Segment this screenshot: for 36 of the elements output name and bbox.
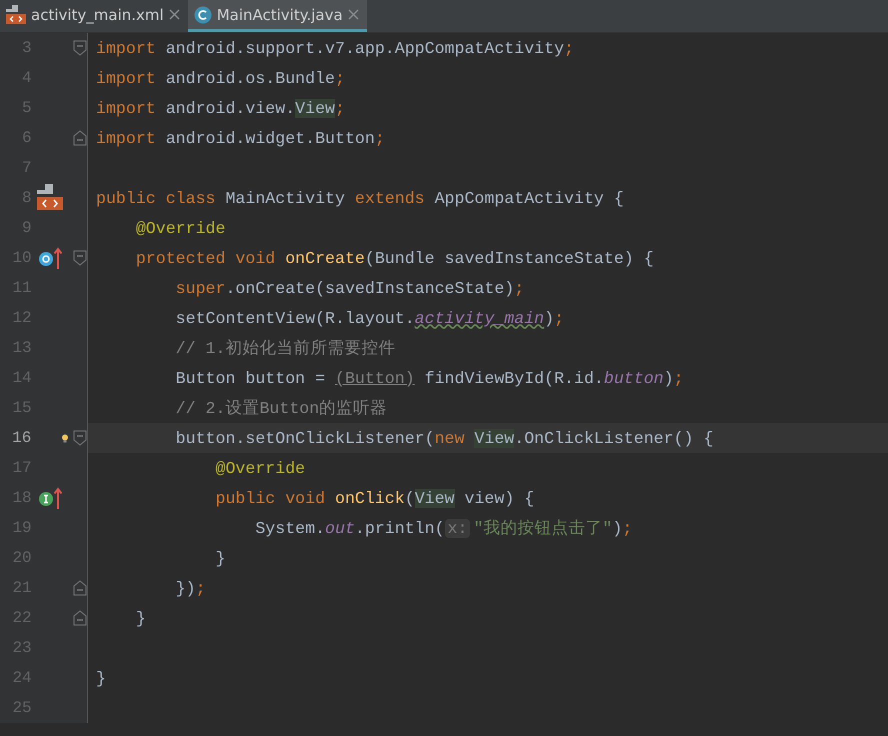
code-line: import android.view.View; (95, 98, 345, 118)
code-line: } (134, 608, 146, 628)
code-line: button.setOnClickListener(new View.OnClickListener() { (174, 428, 714, 448)
fold-end-icon[interactable] (73, 130, 87, 146)
line-number: 16 (11, 429, 32, 447)
code-line: }); (174, 578, 206, 598)
code-line: } (95, 668, 106, 688)
editor-tab[interactable]: MainActivity.java (188, 0, 367, 32)
code-line: @Override (214, 458, 306, 478)
code-line: protected void onCreate(Bundle savedInstanceState) { (134, 248, 654, 268)
code-line: } (214, 548, 226, 568)
class-icon (194, 6, 212, 24)
code-line: setContentView(R.layout.activity_main); (174, 308, 564, 328)
fold-end-icon[interactable] (73, 580, 87, 596)
class-file-icon[interactable] (37, 184, 64, 212)
code-line: // 1.初始化当前所需要控件 (174, 338, 396, 359)
code-line: Button button = (Button) findViewById(R.id.button); (174, 368, 684, 388)
code-line: System.out.println( x: "我的按钮点击了"); (254, 518, 632, 539)
code-line: import android.widget.Button; (95, 128, 385, 148)
close-icon[interactable] (168, 9, 180, 20)
fold-collapse-icon[interactable] (73, 250, 87, 266)
code-line: import android.os.Bundle; (95, 68, 345, 88)
code-line: super.onCreate(savedInstanceState); (174, 278, 524, 298)
fold-collapse-icon[interactable] (73, 40, 87, 56)
override-icon[interactable] (38, 247, 62, 269)
editor-tab[interactable]: activity_main.xml (0, 0, 188, 32)
fold-collapse-icon[interactable] (73, 430, 87, 446)
code-line: public class MainActivity extends AppCompatActivity { (95, 188, 624, 208)
code-line: // 2.设置Button的监听器 (174, 398, 388, 419)
code-line: @Override (134, 218, 226, 238)
close-icon[interactable] (348, 9, 359, 20)
code-line: import android.support.v7.app.AppCompatActivity; (95, 38, 574, 58)
implement-icon[interactable] (38, 487, 62, 509)
xml-file-icon (6, 4, 26, 24)
code-line: public void onClick(View view) { (214, 488, 534, 508)
fold-end-icon[interactable] (73, 610, 87, 626)
